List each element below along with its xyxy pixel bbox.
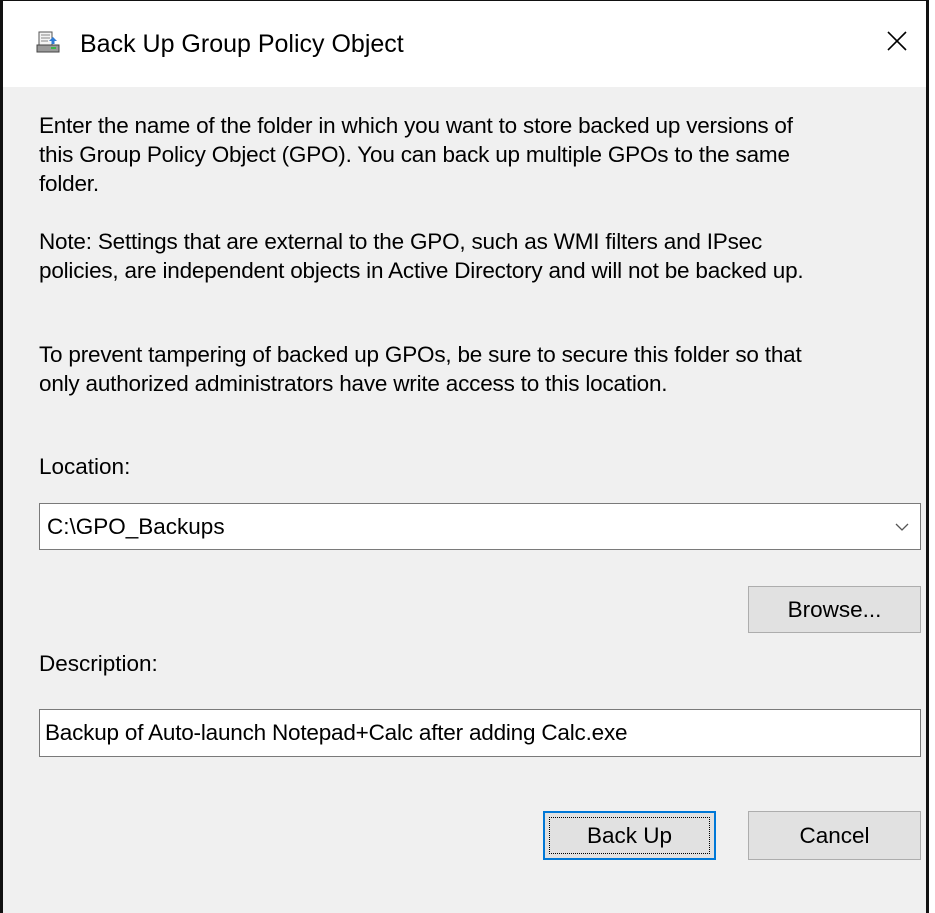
location-combobox[interactable]: C:\GPO_Backups: [39, 503, 921, 550]
back-up-button[interactable]: Back Up: [543, 811, 716, 860]
cancel-button[interactable]: Cancel: [748, 811, 921, 860]
title-bar[interactable]: Back Up Group Policy Object: [3, 1, 926, 87]
instructions-text: Enter the name of the folder in which yo…: [39, 113, 793, 196]
gpo-backup-icon: [36, 31, 60, 53]
chevron-down-icon[interactable]: [894, 520, 910, 534]
location-value[interactable]: C:\GPO_Backups: [47, 513, 225, 541]
close-icon: [886, 30, 908, 57]
dialog-title: Back Up Group Policy Object: [80, 30, 404, 58]
close-button[interactable]: [868, 13, 926, 73]
back-up-button-label: Back Up: [586, 822, 673, 848]
browse-button-label: Browse...: [787, 596, 882, 622]
security-warning-text: To prevent tampering of backed up GPOs, …: [39, 342, 802, 396]
location-label: Location:: [39, 454, 131, 479]
note-text: Note: Settings that are external to the …: [39, 229, 804, 283]
description-value[interactable]: Backup of Auto-launch Notepad+Calc after…: [45, 719, 628, 747]
description-input[interactable]: Backup of Auto-launch Notepad+Calc after…: [39, 709, 921, 757]
description-label: Description:: [39, 651, 158, 676]
backup-gpo-dialog: Back Up Group Policy Object Enter the na…: [0, 0, 929, 913]
browse-button[interactable]: Browse...: [748, 586, 921, 633]
cancel-button-label: Cancel: [799, 822, 870, 848]
